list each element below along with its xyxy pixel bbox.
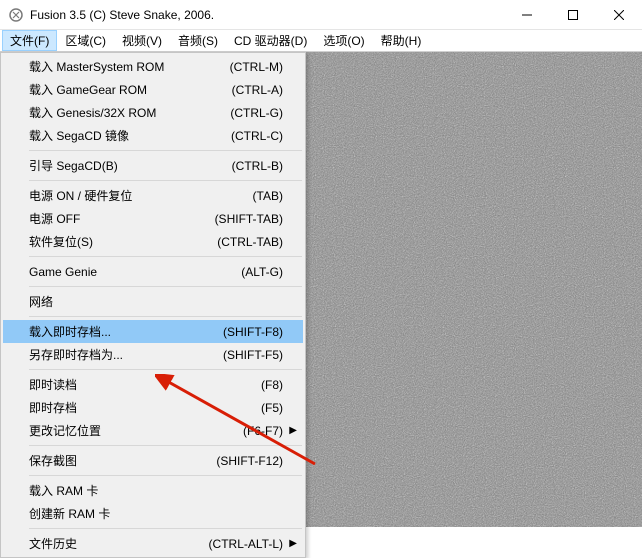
app-icon [8,7,24,23]
menu-entry-7[interactable]: 电源 ON / 硬件复位(TAB) [3,184,303,207]
content-area: 载入 MasterSystem ROM(CTRL-M)载入 GameGear R… [0,52,642,527]
menu-entry-shortcut: (CTRL-TAB) [217,235,283,249]
menu-item-1[interactable]: 区域(C) [57,30,114,51]
menu-entry-27[interactable]: 文件历史(CTRL-ALT-L) ▶ [3,532,303,555]
menu-entry-label: 电源 ON / 硬件复位 [29,187,253,204]
menu-entry-shortcut: (CTRL-C) [231,129,283,143]
menu-entry-shortcut: (SHIFT-F12) [216,454,283,468]
menu-entry-label: 即时存档 [29,399,261,416]
menu-entry-15[interactable]: 载入即时存档...(SHIFT-F8) [3,320,303,343]
menu-separator [29,316,302,317]
file-menu-dropdown: 载入 MasterSystem ROM(CTRL-M)载入 GameGear R… [0,52,306,558]
menu-entry-0[interactable]: 载入 MasterSystem ROM(CTRL-M) [3,55,303,78]
menu-entry-label: 保存截图 [29,452,216,469]
menu-entry-24[interactable]: 载入 RAM 卡 [3,479,303,502]
menu-entry-18[interactable]: 即时读档(F8) [3,373,303,396]
menu-entry-label: 更改记忆位置 [29,422,243,439]
menu-entry-label: 电源 OFF [29,210,215,227]
menu-entry-shortcut: (SHIFT-TAB) [215,212,283,226]
menu-entry-shortcut: (F6-F7) [243,424,283,438]
menu-entry-shortcut: (F5) [261,401,283,415]
menu-entry-shortcut: (CTRL-B) [232,159,283,173]
menu-item-4[interactable]: CD 驱动器(D) [226,30,315,51]
menu-entry-shortcut: (ALT-G) [241,265,283,279]
menu-item-2[interactable]: 视频(V) [114,30,170,51]
submenu-arrow-icon: ▶ [289,425,297,436]
menu-separator [29,528,302,529]
menu-entry-label: 文件历史 [29,535,209,552]
menu-entry-shortcut: (CTRL-M) [230,60,283,74]
menu-entry-label: 网络 [29,293,283,310]
menu-entry-shortcut: (CTRL-G) [230,106,283,120]
menu-entry-label: 载入 SegaCD 镜像 [29,127,231,144]
menu-entry-label: 载入即时存档... [29,323,223,340]
menu-entry-20[interactable]: 更改记忆位置(F6-F7) ▶ [3,419,303,442]
menu-entry-label: 载入 RAM 卡 [29,482,283,499]
window-title: Fusion 3.5 (C) Steve Snake, 2006. [30,8,504,22]
menu-separator [29,150,302,151]
menu-separator [29,256,302,257]
minimize-button[interactable] [504,0,550,29]
maximize-button[interactable] [550,0,596,29]
window-controls [504,0,642,29]
menu-entry-11[interactable]: Game Genie(ALT-G) [3,260,303,283]
submenu-arrow-icon: ▶ [289,538,297,549]
menu-separator [29,475,302,476]
menu-entry-shortcut: (TAB) [253,189,283,203]
menu-separator [29,180,302,181]
menu-item-3[interactable]: 音频(S) [170,30,226,51]
menu-separator [29,445,302,446]
menu-separator [29,286,302,287]
menu-entry-label: 载入 Genesis/32X ROM [29,104,230,121]
menu-item-5[interactable]: 选项(O) [315,30,372,51]
menu-entry-label: Game Genie [29,265,241,279]
menu-entry-shortcut: (F8) [261,378,283,392]
titlebar: Fusion 3.5 (C) Steve Snake, 2006. [0,0,642,30]
menu-entry-19[interactable]: 即时存档(F5) [3,396,303,419]
menu-entry-label: 软件复位(S) [29,233,217,250]
menu-entry-label: 载入 MasterSystem ROM [29,58,230,75]
menu-entry-label: 即时读档 [29,376,261,393]
menu-entry-label: 创建新 RAM 卡 [29,505,283,522]
menu-entry-shortcut: (CTRL-A) [232,83,283,97]
menu-entry-shortcut: (SHIFT-F8) [223,325,283,339]
menu-entry-16[interactable]: 另存即时存档为...(SHIFT-F5) [3,343,303,366]
menu-entry-3[interactable]: 载入 SegaCD 镜像(CTRL-C) [3,124,303,147]
menu-separator [29,369,302,370]
menu-entry-label: 另存即时存档为... [29,346,223,363]
menu-entry-1[interactable]: 载入 GameGear ROM(CTRL-A) [3,78,303,101]
menu-entry-13[interactable]: 网络 [3,290,303,313]
menu-entry-8[interactable]: 电源 OFF(SHIFT-TAB) [3,207,303,230]
menu-entry-shortcut: (CTRL-ALT-L) [209,537,283,551]
menu-entry-shortcut: (SHIFT-F5) [223,348,283,362]
menu-entry-5[interactable]: 引导 SegaCD(B)(CTRL-B) [3,154,303,177]
menu-item-0[interactable]: 文件(F) [2,30,57,51]
menu-entry-label: 载入 GameGear ROM [29,81,232,98]
menu-entry-label: 引导 SegaCD(B) [29,157,232,174]
menu-entry-25[interactable]: 创建新 RAM 卡 [3,502,303,525]
menubar: 文件(F)区域(C)视频(V)音频(S)CD 驱动器(D)选项(O)帮助(H) [0,30,642,52]
menu-item-6[interactable]: 帮助(H) [373,30,430,51]
menu-entry-9[interactable]: 软件复位(S)(CTRL-TAB) [3,230,303,253]
menu-entry-2[interactable]: 载入 Genesis/32X ROM(CTRL-G) [3,101,303,124]
close-button[interactable] [596,0,642,29]
menu-entry-22[interactable]: 保存截图(SHIFT-F12) [3,449,303,472]
